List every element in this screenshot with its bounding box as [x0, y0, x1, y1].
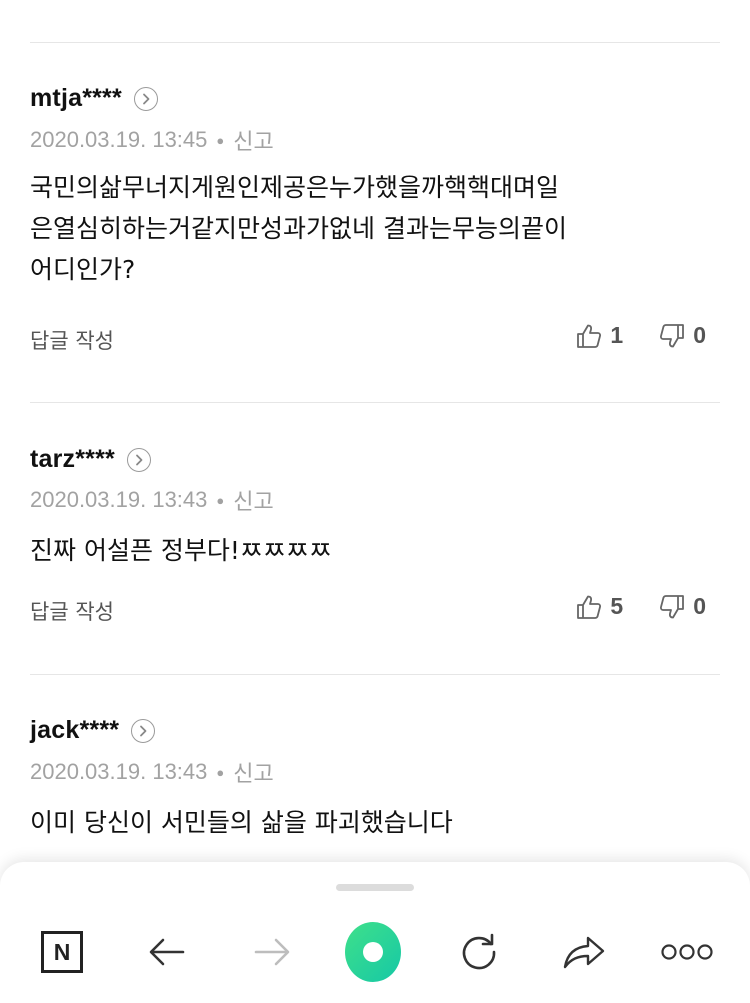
share-button[interactable] [556, 924, 612, 980]
refresh-button[interactable] [451, 924, 507, 980]
author-name[interactable]: mtja**** [30, 84, 122, 113]
separator-dot: ● [216, 764, 225, 780]
top-divider [30, 42, 720, 43]
dislike-count: 0 [693, 322, 706, 348]
comment-content: 진짜 어설픈 정부다!ㅉㅉㅉㅉ [30, 530, 720, 571]
like-count: 1 [610, 322, 624, 348]
naver-home-icon: N [41, 931, 83, 973]
dislike-count: 0 [693, 593, 706, 619]
dislike-button[interactable]: 0 [659, 322, 706, 349]
chevron-right-icon[interactable] [131, 718, 156, 743]
report-link[interactable]: 신고 [233, 484, 273, 516]
comment-divider [30, 674, 720, 675]
like-count: 5 [610, 593, 624, 619]
author-name[interactable]: tarz**** [30, 445, 115, 474]
comment-meta: 2020.03.19. 13:43 ● 신고 [30, 756, 274, 788]
naver-home-button[interactable]: N [34, 924, 90, 980]
share-icon [563, 936, 605, 969]
reply-button[interactable]: 답글 작성 [30, 325, 114, 355]
timestamp: 2020.03.19. 13:43 [30, 759, 208, 784]
content-line: 은열심히하는거같지만성과가없네 결과는무능의끝이 [30, 214, 567, 243]
author-row: tarz**** [30, 445, 151, 474]
comment-meta: 2020.03.19. 13:43 ● 신고 [30, 484, 274, 516]
timestamp: 2020.03.19. 13:43 [30, 487, 208, 512]
author-row: jack**** [30, 716, 156, 745]
back-arrow-icon [149, 938, 185, 966]
more-button[interactable] [659, 924, 715, 980]
chevron-right-icon[interactable] [126, 447, 151, 472]
vote-group: 5 0 [540, 593, 706, 620]
thumbs-up-icon [577, 595, 602, 619]
vote-group: 1 0 [540, 322, 706, 349]
report-link[interactable]: 신고 [233, 124, 273, 156]
content-line: 어디인가? [30, 255, 136, 284]
content-line: 이미 당신이 서민들의 삶을 파괴했습니다 [30, 808, 453, 837]
forward-arrow-icon [254, 938, 290, 966]
back-button[interactable] [139, 924, 195, 980]
forward-button[interactable] [244, 924, 300, 980]
dislike-button[interactable]: 0 [659, 593, 706, 620]
green-dot-icon [345, 922, 401, 982]
comment-meta: 2020.03.19. 13:45 ● 신고 [30, 124, 274, 156]
bottom-toolbar: N [0, 862, 750, 1003]
green-dot-button[interactable] [345, 922, 401, 982]
like-button[interactable]: 5 [576, 593, 623, 620]
reply-button[interactable]: 답글 작성 [30, 596, 114, 626]
timestamp: 2020.03.19. 13:45 [30, 127, 208, 152]
author-name[interactable]: jack**** [30, 716, 119, 745]
like-button[interactable]: 1 [576, 322, 623, 349]
author-row: mtja**** [30, 84, 158, 113]
thumbs-down-icon [660, 594, 685, 618]
content-line: 국민의삶무너지게원인제공은누가했을까핵핵대며일 [30, 173, 560, 202]
comment-divider [30, 402, 720, 403]
chevron-right-icon[interactable] [133, 86, 158, 111]
report-link[interactable]: 신고 [233, 756, 273, 788]
thumbs-up-icon [577, 324, 602, 348]
comment-content: 이미 당신이 서민들의 삶을 파괴했습니다 [30, 802, 720, 843]
drag-handle[interactable] [336, 884, 414, 891]
more-icon [661, 944, 713, 960]
refresh-icon [462, 933, 496, 970]
content-line: 진짜 어설픈 정부다!ㅉㅉㅉㅉ [30, 536, 332, 565]
comment-content: 국민의삶무너지게원인제공은누가했을까핵핵대며일 은열심히하는거같지만성과가없네 … [30, 167, 720, 290]
thumbs-down-icon [660, 323, 685, 347]
separator-dot: ● [216, 132, 225, 148]
separator-dot: ● [216, 492, 225, 508]
